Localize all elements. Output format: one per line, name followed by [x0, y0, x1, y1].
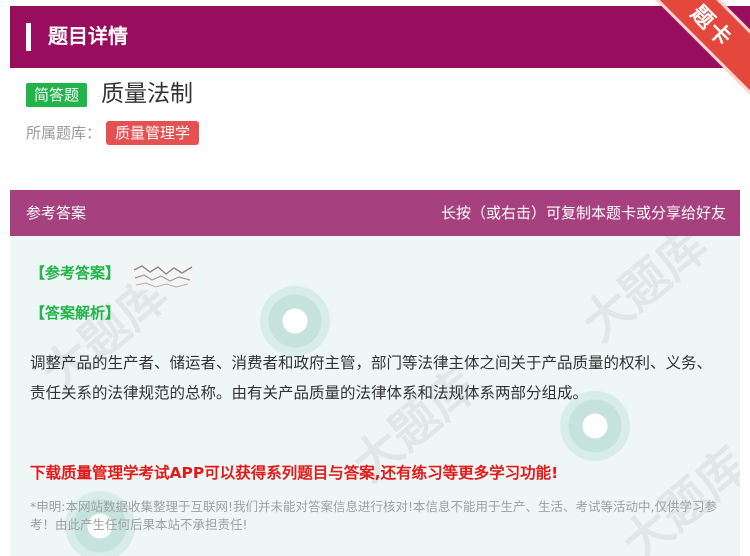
watermark-logo-icon	[260, 286, 330, 356]
watermark-text: 大题库	[572, 236, 719, 353]
ribbon-label: 题卡	[685, 0, 738, 53]
answer-panel: 大题库 大题库 大题库 大题库 【参考答案】 【答案解析】 调整产品的生产者、储…	[10, 236, 740, 556]
question-card-ribbon[interactable]: 题卡	[643, 0, 750, 95]
question-type-badge: 简答题	[26, 83, 88, 107]
header-accent-bar	[26, 23, 31, 51]
disclaimer-text: *申明:本网站数据收集整理于互联网!我们并未能对答案信息进行核对!本信息不能用于…	[30, 499, 717, 532]
reference-answer-label: 【参考答案】	[30, 264, 121, 282]
analysis-label: 【答案解析】	[30, 304, 121, 322]
bank-tag[interactable]: 质量管理学	[106, 121, 200, 145]
analysis-text: 调整产品的生产者、储运者、消费者和政府主管，部门等法律主体之间关于产品质量的权利…	[30, 354, 713, 402]
blurred-answer-image	[132, 262, 196, 290]
watermark-text: 大题库	[612, 437, 740, 556]
bank-label: 所属题库：	[26, 124, 102, 142]
corner-ribbon-wrap: 题卡	[640, 0, 750, 110]
answer-header: 参考答案 长按（或右击）可复制本题卡或分享给好友	[10, 190, 740, 236]
app-download-promo[interactable]: 下载质量管理学考试APP可以获得系列题目与答案,还有练习等更多学习功能!	[30, 462, 558, 484]
answer-header-title: 参考答案	[26, 204, 87, 222]
page-header: 题目详情	[10, 6, 750, 68]
share-hint: 长按（或右击）可复制本题卡或分享给好友	[440, 204, 726, 222]
question-title: 质量法制	[101, 81, 193, 107]
page-title: 题目详情	[48, 24, 128, 48]
